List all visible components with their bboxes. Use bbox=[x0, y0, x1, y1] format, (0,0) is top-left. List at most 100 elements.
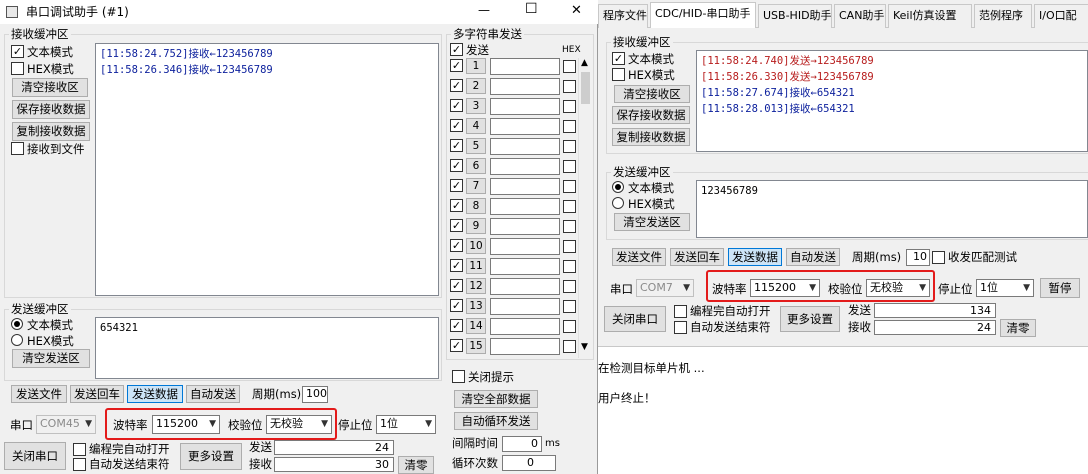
send-data-button[interactable]: 发送数据 bbox=[127, 385, 183, 403]
period-field[interactable]: 10 bbox=[906, 249, 930, 266]
multi-row-send-checkbox[interactable]: ✓ bbox=[450, 59, 463, 72]
multi-row-send-button[interactable]: 3 bbox=[466, 98, 486, 114]
maximize-icon[interactable]: ☐ bbox=[525, 1, 538, 17]
auto-send-button[interactable]: 自动发送 bbox=[186, 385, 240, 403]
auto-open-checkbox[interactable] bbox=[73, 443, 86, 456]
multi-row-hex-checkbox[interactable] bbox=[563, 100, 576, 113]
multi-row-hex-checkbox[interactable] bbox=[563, 60, 576, 73]
multi-row-send-checkbox[interactable]: ✓ bbox=[450, 239, 463, 252]
multi-row-send-button[interactable]: 11 bbox=[466, 258, 486, 274]
auto-send-end-checkbox[interactable] bbox=[73, 458, 86, 471]
recv-log[interactable]: [11:58:24.752]接收←123456789 [11:58:26.346]… bbox=[95, 43, 439, 296]
multi-row-send-checkbox[interactable]: ✓ bbox=[450, 79, 463, 92]
multi-row-send-checkbox[interactable]: ✓ bbox=[450, 319, 463, 332]
multi-row-text-field[interactable] bbox=[490, 218, 560, 235]
send-text-area[interactable]: 123456789 bbox=[696, 180, 1088, 238]
auto-open-checkbox[interactable] bbox=[674, 305, 687, 318]
clear-send-button[interactable]: 清空发送区 bbox=[12, 349, 90, 368]
send-hex-mode-radio[interactable] bbox=[11, 334, 23, 346]
tab-keil[interactable]: Keil仿真设置 bbox=[888, 4, 972, 28]
multi-row-text-field[interactable] bbox=[490, 118, 560, 135]
send-text-area[interactable]: 654321 bbox=[95, 317, 439, 379]
send-text-mode-radio[interactable] bbox=[11, 318, 23, 330]
multi-row-send-button[interactable]: 4 bbox=[466, 118, 486, 134]
multi-row-send-button[interactable]: 9 bbox=[466, 218, 486, 234]
send-file-button[interactable]: 发送文件 bbox=[11, 385, 67, 403]
multi-row-hex-checkbox[interactable] bbox=[563, 160, 576, 173]
close-tip-checkbox[interactable] bbox=[452, 370, 465, 383]
multi-row-send-checkbox[interactable]: ✓ bbox=[450, 339, 463, 352]
close-icon[interactable]: ✕ bbox=[571, 3, 582, 18]
stop-select[interactable]: 1位 ▼ bbox=[976, 279, 1034, 297]
clear-recv-button[interactable]: 清空接收区 bbox=[614, 85, 690, 103]
copy-recv-button[interactable]: 复制接收数据 bbox=[612, 128, 690, 146]
save-recv-button[interactable]: 保存接收数据 bbox=[612, 106, 690, 124]
text-mode-checkbox[interactable]: ✓ bbox=[612, 52, 625, 65]
multi-row-text-field[interactable] bbox=[490, 158, 560, 175]
clear-count-button[interactable]: 清零 bbox=[1000, 319, 1036, 337]
multi-row-hex-checkbox[interactable] bbox=[563, 140, 576, 153]
multi-row-text-field[interactable] bbox=[490, 138, 560, 155]
copy-recv-button[interactable]: 复制接收数据 bbox=[12, 122, 90, 141]
tab-usb-hid[interactable]: USB-HID助手 bbox=[758, 4, 832, 28]
multi-row-send-button[interactable]: 14 bbox=[466, 318, 486, 334]
scroll-up-icon[interactable]: ▲ bbox=[581, 58, 588, 68]
multi-row-send-checkbox[interactable]: ✓ bbox=[450, 259, 463, 272]
multi-row-send-button[interactable]: 6 bbox=[466, 158, 486, 174]
multi-row-text-field[interactable] bbox=[490, 58, 560, 75]
multi-row-text-field[interactable] bbox=[490, 178, 560, 195]
send-hex-mode-radio[interactable] bbox=[612, 197, 624, 209]
multi-row-send-button[interactable]: 13 bbox=[466, 298, 486, 314]
more-settings-button[interactable]: 更多设置 bbox=[180, 443, 242, 470]
multi-row-hex-checkbox[interactable] bbox=[563, 80, 576, 93]
multi-row-send-checkbox[interactable]: ✓ bbox=[450, 119, 463, 132]
multi-row-send-checkbox[interactable]: ✓ bbox=[450, 279, 463, 292]
auto-loop-send-button[interactable]: 自动循环发送 bbox=[454, 412, 538, 430]
recv-log[interactable]: [11:58:24.740]发送→123456789 [11:58:26.330]… bbox=[696, 50, 1088, 152]
multi-row-hex-checkbox[interactable] bbox=[563, 240, 576, 253]
save-recv-button[interactable]: 保存接收数据 bbox=[12, 100, 90, 119]
more-settings-button[interactable]: 更多设置 bbox=[780, 306, 840, 332]
multi-row-send-button[interactable]: 8 bbox=[466, 198, 486, 214]
clear-all-button[interactable]: 清空全部数据 bbox=[454, 390, 538, 408]
tab-can[interactable]: CAN助手 bbox=[834, 4, 886, 28]
pause-button[interactable]: 暂停 bbox=[1040, 278, 1080, 298]
close-port-button[interactable]: 关闭串口 bbox=[604, 306, 666, 332]
multi-row-text-field[interactable] bbox=[490, 338, 560, 355]
multi-row-send-checkbox[interactable]: ✓ bbox=[450, 219, 463, 232]
match-test-checkbox[interactable] bbox=[932, 251, 945, 264]
multi-row-send-checkbox[interactable]: ✓ bbox=[450, 199, 463, 212]
hex-mode-checkbox[interactable] bbox=[11, 62, 24, 75]
scroll-down-icon[interactable]: ▼ bbox=[581, 342, 588, 352]
clear-send-button[interactable]: 清空发送区 bbox=[614, 213, 690, 231]
send-file-button[interactable]: 发送文件 bbox=[612, 248, 666, 266]
multi-row-hex-checkbox[interactable] bbox=[563, 340, 576, 353]
send-data-button[interactable]: 发送数据 bbox=[728, 248, 782, 266]
multi-row-send-button[interactable]: 10 bbox=[466, 238, 486, 254]
multi-row-hex-checkbox[interactable] bbox=[563, 320, 576, 333]
loop-count-field[interactable]: 0 bbox=[502, 455, 556, 471]
multi-row-hex-checkbox[interactable] bbox=[563, 260, 576, 273]
multi-scrollbar[interactable]: ▲ ▼ bbox=[578, 58, 591, 358]
multi-row-send-button[interactable]: 7 bbox=[466, 178, 486, 194]
multi-row-send-button[interactable]: 12 bbox=[466, 278, 486, 294]
multi-row-send-checkbox[interactable]: ✓ bbox=[450, 139, 463, 152]
stop-select[interactable]: 1位 ▼ bbox=[376, 415, 436, 434]
text-mode-checkbox[interactable]: ✓ bbox=[11, 45, 24, 58]
multi-row-send-button[interactable]: 1 bbox=[466, 58, 486, 74]
send-text-mode-radio[interactable] bbox=[612, 181, 624, 193]
multi-row-text-field[interactable] bbox=[490, 318, 560, 335]
multi-row-text-field[interactable] bbox=[490, 198, 560, 215]
multi-row-send-button[interactable]: 2 bbox=[466, 78, 486, 94]
multi-row-text-field[interactable] bbox=[490, 98, 560, 115]
send-return-button[interactable]: 发送回车 bbox=[670, 248, 724, 266]
hex-mode-checkbox[interactable] bbox=[612, 68, 625, 81]
multi-row-text-field[interactable] bbox=[490, 238, 560, 255]
close-port-button[interactable]: 关闭串口 bbox=[4, 442, 66, 470]
send-return-button[interactable]: 发送回车 bbox=[70, 385, 124, 403]
tab-io-config[interactable]: I/O口配 bbox=[1034, 4, 1088, 28]
multi-row-text-field[interactable] bbox=[490, 298, 560, 315]
multi-row-hex-checkbox[interactable] bbox=[563, 300, 576, 313]
multi-send-all-checkbox[interactable]: ✓ bbox=[450, 43, 463, 56]
tab-cdc-hid-serial[interactable]: CDC/HID-串口助手 bbox=[650, 2, 756, 28]
